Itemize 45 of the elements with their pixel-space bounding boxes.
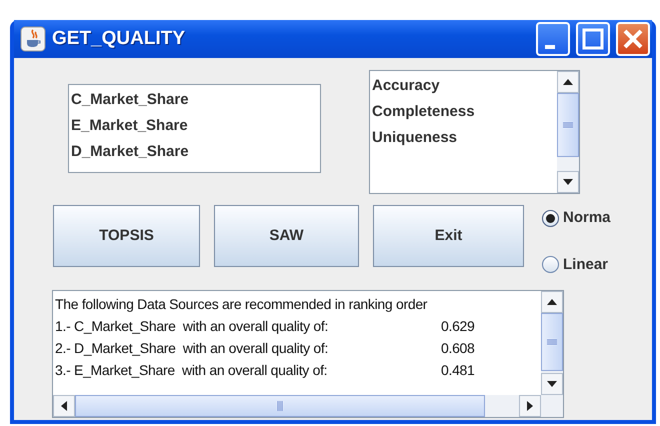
close-icon bbox=[622, 28, 644, 50]
window-title: GET_QUALITY bbox=[52, 26, 186, 51]
result-line: 1.- C_Market_Share with an overall quality of: bbox=[55, 317, 330, 336]
left-arrow-icon bbox=[61, 401, 67, 411]
quality-score: 0.608 bbox=[441, 339, 475, 358]
minimize-button[interactable] bbox=[536, 22, 570, 56]
grip-icon bbox=[547, 339, 557, 345]
scroll-up-button[interactable] bbox=[557, 71, 579, 93]
result-line: 3.- E_Market_Share with an overall quality of: bbox=[55, 361, 328, 380]
radio-label[interactable]: Linear bbox=[563, 254, 608, 276]
result-line: 2.- D_Market_Share with an overall quality of: bbox=[55, 339, 330, 358]
scroll-up-button[interactable] bbox=[541, 291, 563, 313]
quality-score: 0.481 bbox=[441, 361, 475, 380]
radio-button[interactable] bbox=[542, 210, 559, 227]
maximize-button[interactable] bbox=[576, 22, 610, 56]
down-arrow-icon bbox=[563, 179, 573, 185]
maximize-icon bbox=[582, 28, 604, 50]
saw-button[interactable]: SAW bbox=[214, 205, 359, 267]
source-list[interactable]: C_Market_Share E_Market_Share D_Market_Share bbox=[68, 84, 321, 173]
minimize-icon bbox=[545, 45, 555, 49]
grip-icon bbox=[563, 122, 573, 128]
list-item[interactable]: D_Market_Share bbox=[69, 139, 320, 165]
quality-score: 0.629 bbox=[441, 317, 475, 336]
up-arrow-icon bbox=[547, 299, 557, 305]
scroll-down-button[interactable] bbox=[557, 171, 579, 193]
list-item[interactable]: C_Market_Share bbox=[69, 87, 320, 113]
scroll-right-button[interactable] bbox=[519, 395, 541, 417]
list-item[interactable]: Completeness bbox=[370, 99, 557, 125]
dimension-list[interactable]: Accuracy Completeness Uniqueness bbox=[369, 70, 580, 194]
list-item[interactable]: E_Market_Share bbox=[69, 113, 320, 139]
down-arrow-icon bbox=[547, 381, 557, 387]
right-arrow-icon bbox=[527, 401, 533, 411]
list-item[interactable]: Accuracy bbox=[370, 73, 557, 99]
java-cup-icon bbox=[20, 26, 46, 52]
scroll-down-button[interactable] bbox=[541, 373, 563, 395]
list-item[interactable]: Uniqueness bbox=[370, 125, 557, 151]
close-button[interactable] bbox=[616, 22, 650, 56]
result-heading: The following Data Sources are recommended in ranking order bbox=[55, 295, 428, 314]
scroll-left-button[interactable] bbox=[53, 395, 75, 417]
exit-button[interactable]: Exit bbox=[373, 205, 524, 267]
radio-label[interactable]: Norma bbox=[563, 207, 611, 230]
up-arrow-icon bbox=[563, 79, 573, 85]
radio-button[interactable] bbox=[542, 256, 559, 274]
topsis-button[interactable]: TOPSIS bbox=[53, 205, 200, 267]
grip-icon bbox=[277, 401, 283, 411]
